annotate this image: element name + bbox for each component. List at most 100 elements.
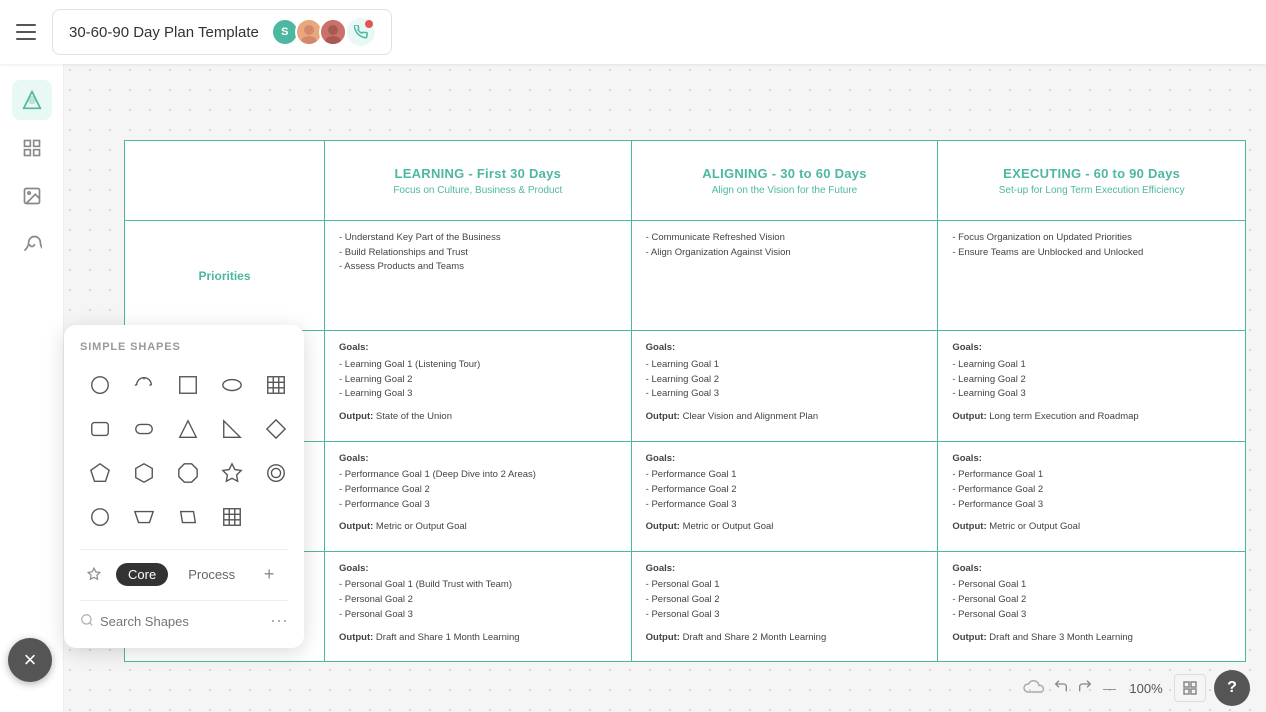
more-options-button[interactable]: ⋯ [270,611,288,632]
learning-goals-text-1: - Learning Goal 1 (Listening Tour)- Lear… [339,359,480,399]
priorities-label-cell: Priorities [125,221,325,330]
sidebar-shapes-button[interactable] [12,80,52,120]
perf-output-3: Output: Metric or Output Goal [952,520,1231,535]
sidebar-draw-button[interactable] [12,224,52,264]
priorities-label: Priorities [198,269,250,283]
shape-right-triangle[interactable] [212,409,252,449]
shapes-tabs: Core Process + [80,549,288,588]
pers-output-3: Output: Draft and Share 3 Month Learning [952,631,1231,646]
goals-label-3: Goals: [952,341,1231,356]
goals-label-2: Goals: [646,341,924,356]
personal-cell-2[interactable]: Goals: - Personal Goal 1- Personal Goal … [632,552,939,661]
fab-close-button[interactable]: × [8,638,52,682]
performance-cell-1[interactable]: Goals: - Performance Goal 1 (Deep Dive i… [325,442,632,551]
title-badge: 30-60-90 Day Plan Template S [52,9,392,55]
col-subtitle-learning: Focus on Culture, Business & Product [393,185,562,196]
header-col-executing: EXECUTING - 60 to 90 Days Set-up for Lon… [938,141,1245,220]
fab-icon: × [24,647,37,673]
output-2: Output: Clear Vision and Alignment Plan [646,410,924,425]
shape-triangle[interactable] [168,409,208,449]
personal-cell-3[interactable]: Goals: - Personal Goal 1- Personal Goal … [938,552,1245,661]
zoom-level: 100% [1126,681,1166,696]
personal-goals-text-2: - Personal Goal 1- Personal Goal 2- Pers… [646,579,720,619]
shape-circle2[interactable] [256,453,296,493]
learning-goals-text-3: - Learning Goal 1- Learning Goal 2- Lear… [952,359,1025,399]
shape-circle3[interactable] [80,497,120,537]
help-label: ? [1227,679,1237,697]
help-button[interactable]: ? [1214,670,1250,706]
priorities-text-2: - Communicate Refreshed Vision- Align Or… [646,232,791,258]
pers-output-1: Output: Draft and Share 1 Month Learning [339,631,617,646]
col-title-learning: LEARNING - First 30 Days [395,166,562,181]
call-notification-dot [365,20,373,28]
perf-output-1: Output: Metric or Output Goal [339,520,617,535]
tab-core[interactable]: Core [116,563,168,586]
grid-toggle-button[interactable] [1174,674,1206,702]
pers-output-2: Output: Draft and Share 2 Month Learning [646,631,924,646]
menu-button[interactable] [16,20,40,44]
performance-cell-3[interactable]: Goals: - Performance Goal 1- Performance… [938,442,1245,551]
add-tab-button[interactable]: + [255,560,283,588]
shape-square[interactable] [168,365,208,405]
pers-goals-label-2: Goals: [646,562,924,577]
shapes-panel: SIMPLE SHAPES [64,325,304,648]
col-title-executing: EXECUTING - 60 to 90 Days [1003,166,1180,181]
header-empty-cell [125,141,325,220]
shape-diamond[interactable] [256,409,296,449]
shape-arc[interactable] [124,365,164,405]
shape-table[interactable] [256,365,296,405]
goals-label-1: Goals: [339,341,617,356]
topbar: 30-60-90 Day Plan Template S [0,0,1266,64]
performance-goals-text-1: - Performance Goal 1 (Deep Dive into 2 A… [339,469,536,509]
shape-octagon[interactable] [168,453,208,493]
priorities-cell-1[interactable]: - Understand Key Part of the Business- B… [325,221,632,330]
shape-ellipse[interactable] [212,365,252,405]
redo-button[interactable] [1077,678,1093,699]
search-input-wrap [80,613,262,630]
avatar-r [319,18,347,46]
header-col-learning: LEARNING - First 30 Days Focus on Cultur… [325,141,632,220]
priorities-cell-3[interactable]: - Focus Organization on Updated Prioriti… [938,221,1245,330]
priorities-cell-2[interactable]: - Communicate Refreshed Vision- Align Or… [632,221,939,330]
performance-goals-text-3: - Performance Goal 1- Performance Goal 2… [952,469,1043,509]
zoom-controls: 100% [1126,681,1166,696]
shape-hexagon[interactable] [124,453,164,493]
performance-cell-2[interactable]: Goals: - Performance Goal 1- Performance… [632,442,939,551]
col-subtitle-aligning: Align on the Vision for the Future [712,185,857,196]
shape-grid2[interactable] [212,497,252,537]
call-button[interactable] [347,18,375,46]
personal-cell-1[interactable]: Goals: - Personal Goal 1 (Build Trust wi… [325,552,632,661]
shape-trapezoid[interactable] [124,497,164,537]
header-col-aligning: ALIGNING - 30 to 60 Days Align on the Vi… [632,141,939,220]
undo-button[interactable] [1053,678,1069,699]
plan-header-row: LEARNING - First 30 Days Focus on Cultur… [125,141,1245,221]
learning-cell-3[interactable]: Goals: - Learning Goal 1- Learning Goal … [938,331,1245,440]
tab-process[interactable]: Process [176,563,247,586]
shapes-panel-title: SIMPLE SHAPES [80,341,288,353]
sidebar-grid-button[interactable] [12,128,52,168]
shape-circle[interactable] [80,365,120,405]
search-icon [80,613,94,630]
shape-rounded-rect[interactable] [80,409,120,449]
learning-cell-1[interactable]: Goals: - Learning Goal 1 (Listening Tour… [325,331,632,440]
col-subtitle-executing: Set-up for Long Term Execution Efficienc… [999,185,1185,196]
output-1: Output: State of the Union [339,410,617,425]
shape-pentagon[interactable] [80,453,120,493]
shape-wide-rect[interactable] [124,409,164,449]
shapes-tab-star-icon[interactable] [80,560,108,588]
shapes-search: ⋯ [80,600,288,632]
priorities-text-1: - Understand Key Part of the Business- B… [339,232,501,272]
sidebar-image-button[interactable] [12,176,52,216]
document-title: 30-60-90 Day Plan Template [69,24,259,41]
col-title-aligning: ALIGNING - 30 to 60 Days [702,166,866,181]
search-shapes-input[interactable] [100,614,262,629]
pers-goals-label-3: Goals: [952,562,1231,577]
shape-star[interactable] [212,453,252,493]
priorities-row: Priorities - Understand Key Part of the … [125,221,1245,331]
personal-goals-text-1: - Personal Goal 1 (Build Trust with Team… [339,579,512,619]
shape-parallelogram[interactable] [168,497,208,537]
perf-goals-label-3: Goals: [952,452,1231,467]
perf-goals-label-2: Goals: [646,452,924,467]
priorities-text-3: - Focus Organization on Updated Prioriti… [952,232,1143,258]
learning-cell-2[interactable]: Goals: - Learning Goal 1- Learning Goal … [632,331,939,440]
